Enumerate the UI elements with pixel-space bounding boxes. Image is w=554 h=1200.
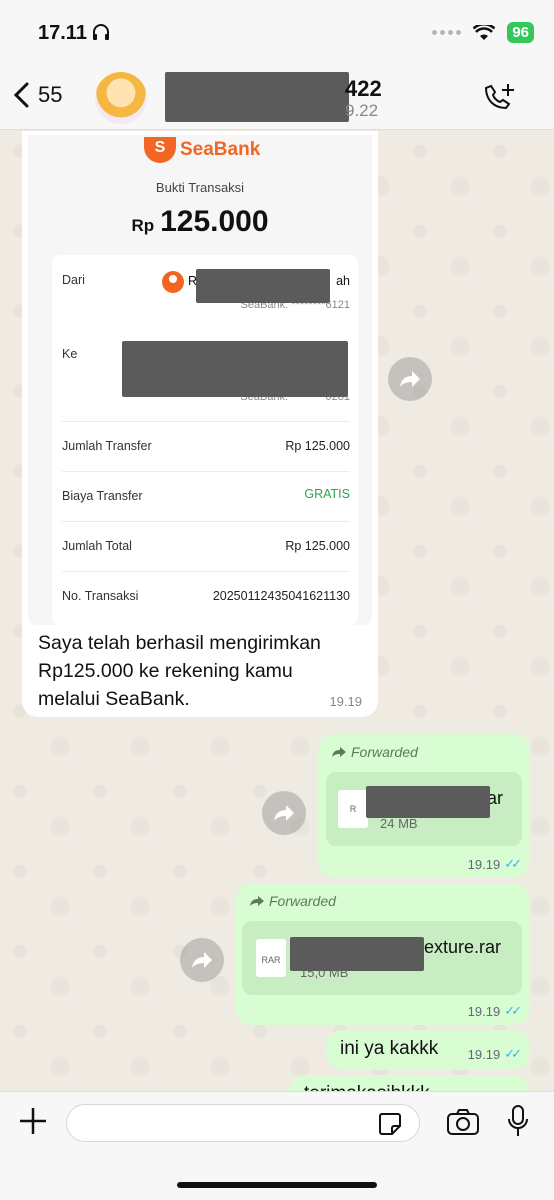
from-label: Dari (62, 273, 85, 287)
sender-name-end: ah (336, 274, 350, 288)
message-timestamp: 19.19 (467, 1046, 501, 1062)
message-timestamp: 19.19 (467, 856, 501, 872)
chat-area[interactable]: S SeaBank Bukti Transaksi Rp 125.000 Dari… (0, 131, 554, 1091)
transaction-receipt-image[interactable]: S SeaBank Bukti Transaksi Rp 125.000 Dari… (28, 135, 372, 625)
read-ticks-icon: ✓✓ (504, 1046, 522, 1061)
status-indicators: 96 (432, 22, 534, 43)
redacted-file-name (366, 786, 490, 818)
receipt-title: Bukti Transaksi (155, 180, 245, 195)
message-status: 19.19 ✓✓ (467, 856, 522, 872)
read-ticks-icon: ✓✓ (504, 856, 522, 871)
home-indicator (177, 1182, 377, 1188)
read-ticks-icon: ✓✓ (504, 1003, 522, 1018)
unread-count: 55 (38, 82, 63, 107)
forward-icon (274, 805, 294, 821)
headphones-icon (93, 24, 109, 40)
transaction-number-label: No. Transaksi (62, 589, 139, 603)
wifi-icon (473, 24, 496, 40)
battery-badge: 96 (507, 22, 534, 43)
top-bar: 17.11 96 55 422 9.22 (0, 0, 554, 130)
chevron-left-icon (13, 82, 29, 108)
divider (62, 471, 350, 472)
fee-label: Biaya Transfer (62, 489, 143, 503)
status-time: 17.11 (38, 22, 87, 44)
transfer-details-card: Dari Ra ah SeaBank: ********6121 Ke SeaB… (52, 255, 358, 625)
outgoing-text-bubble[interactable]: terimakasihkkk (290, 1075, 530, 1091)
message-status: 19.19 ✓✓ (467, 1046, 522, 1062)
file-name: exture.rar (424, 937, 502, 957)
transaction-number-value: 20250112435041621130 (212, 589, 350, 603)
rar-file-icon: RAR (256, 939, 286, 977)
camera-icon[interactable] (446, 1108, 480, 1136)
forward-button[interactable] (180, 938, 224, 982)
sticker-icon[interactable] (378, 1112, 402, 1136)
message-timestamp: 19.19 (329, 694, 362, 709)
contact-subtitle: 9.22 (345, 101, 379, 120)
file-size: 24 MB (380, 816, 418, 831)
file-attachment-card[interactable]: R rar 24 MB (326, 772, 522, 846)
forwarded-arrow-icon (332, 746, 346, 757)
message-timestamp: 19.19 (467, 1003, 501, 1019)
divider (62, 521, 350, 522)
seabank-logo-mark: S (144, 137, 176, 163)
forwarded-label: Forwarded (250, 893, 336, 909)
receipt-amount: Rp 125.000 (131, 205, 269, 238)
redacted-recipient (122, 341, 348, 397)
forwarded-file-bubble[interactable]: Forwarded RAR exture.rar 15,0 MB 19.19 ✓… (236, 883, 530, 1025)
transfer-amount-label: Jumlah Transfer (62, 439, 152, 453)
message-input[interactable] (66, 1104, 420, 1142)
forward-icon (192, 952, 212, 968)
divider (62, 571, 350, 572)
add-call-icon[interactable] (480, 82, 516, 114)
redacted-contact-name (165, 72, 349, 122)
redacted-sender (196, 269, 330, 303)
forward-button[interactable] (388, 357, 432, 401)
redacted-file-name (290, 937, 424, 971)
seabank-logo: S SeaBank (144, 137, 260, 163)
plus-icon[interactable] (18, 1106, 48, 1136)
divider (62, 421, 350, 422)
forward-icon (400, 371, 420, 387)
microphone-icon[interactable] (506, 1104, 530, 1138)
outgoing-message-text: terimakasihkkk (304, 1083, 430, 1091)
forwarded-arrow-icon (250, 895, 264, 906)
incoming-message-text: Saya telah berhasil mengirimkan Rp125.00… (38, 632, 321, 710)
to-label: Ke (62, 347, 78, 361)
total-label: Jumlah Total (62, 539, 132, 553)
total-value: Rp 125.000 (285, 539, 350, 553)
cellular-signal-icon (432, 30, 462, 35)
fee-value: GRATIS (304, 487, 350, 501)
forwarded-label: Forwarded (332, 744, 418, 760)
back-button[interactable]: 55 (12, 82, 62, 108)
message-input-bar (0, 1091, 554, 1200)
user-icon (162, 271, 184, 293)
contact-avatar[interactable] (95, 72, 147, 124)
incoming-message-bubble[interactable]: S SeaBank Bukti Transaksi Rp 125.000 Dari… (22, 131, 378, 717)
forward-button[interactable] (262, 791, 306, 835)
outgoing-text-bubble[interactable]: ini ya kakkk 19.19 ✓✓ (326, 1030, 530, 1070)
file-attachment-card[interactable]: RAR exture.rar 15,0 MB (242, 921, 522, 995)
message-status: 19.19 ✓✓ (467, 1003, 522, 1019)
forwarded-file-bubble[interactable]: Forwarded R rar 24 MB 19.19 ✓✓ (318, 734, 530, 878)
file-icon: R (338, 790, 368, 828)
transfer-amount-value: Rp 125.000 (285, 439, 350, 453)
outgoing-message-text: ini ya kakkk (340, 1038, 439, 1059)
contact-name[interactable]: 422 (345, 76, 382, 102)
